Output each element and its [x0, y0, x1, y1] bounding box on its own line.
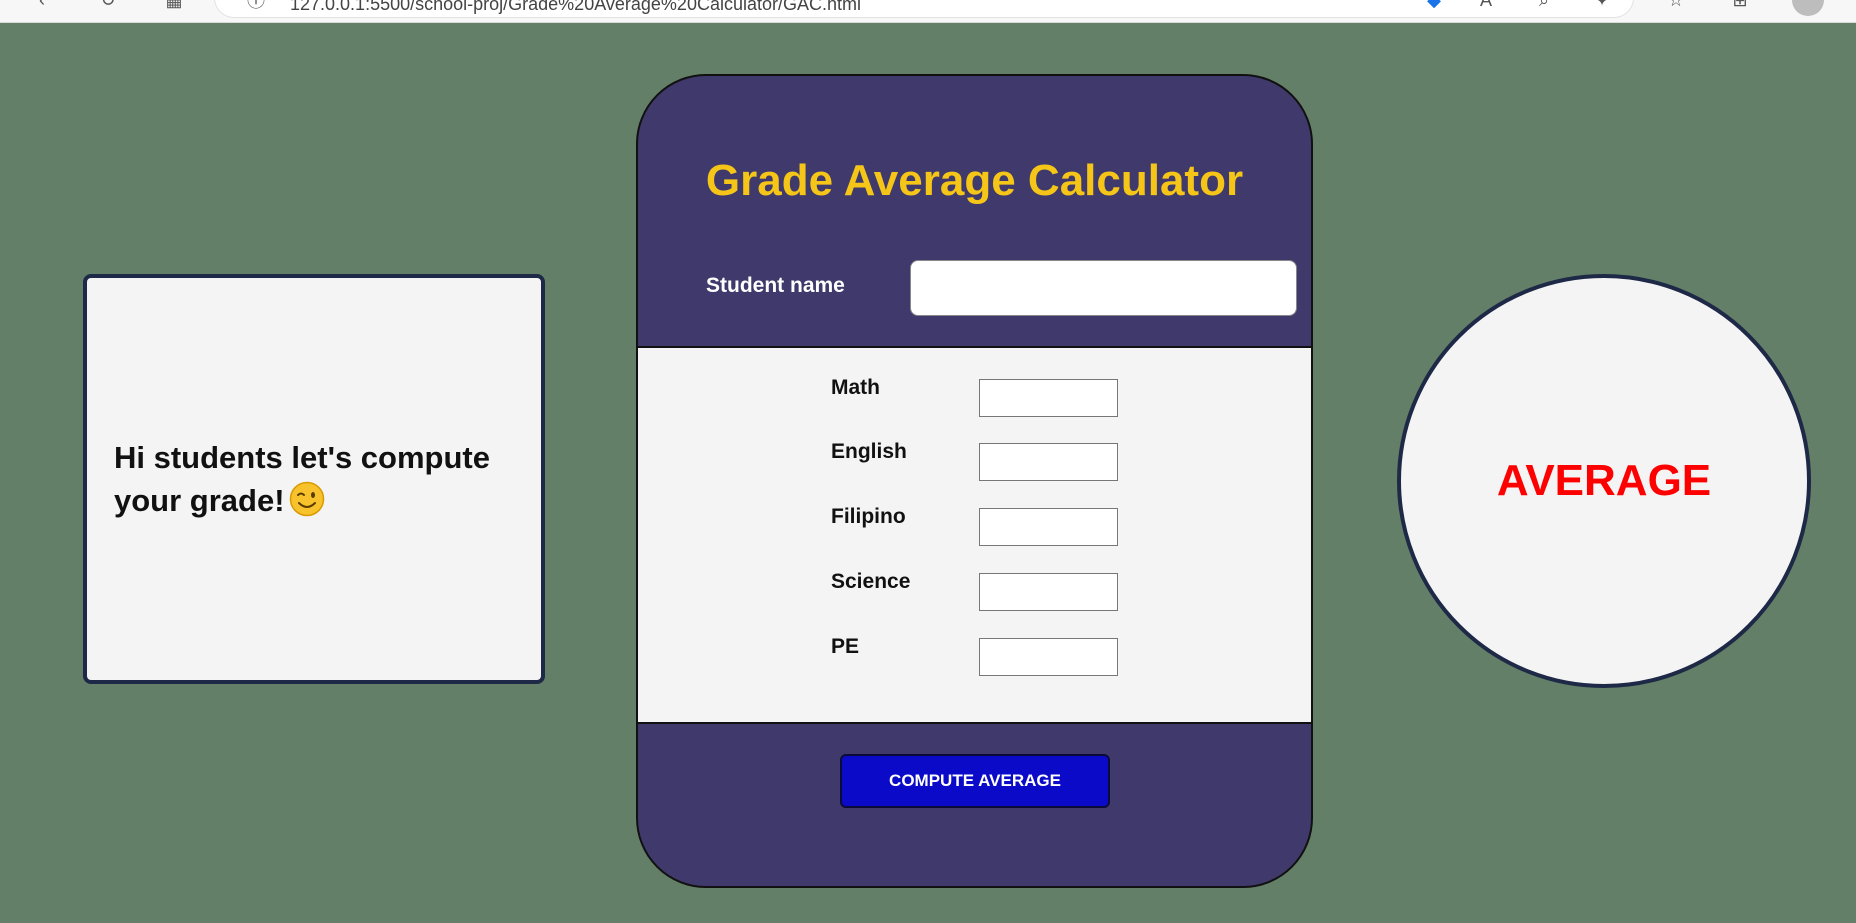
- profile-icon[interactable]: [1792, 0, 1824, 16]
- average-result-circle: AVERAGE: [1397, 274, 1811, 688]
- pe-label: PE: [831, 635, 860, 658]
- favorites-icon[interactable]: ☆: [1664, 0, 1688, 12]
- english-grade-input[interactable]: [979, 443, 1118, 481]
- subject-row-science: Science: [638, 570, 1311, 611]
- student-name-label: Student name: [706, 274, 845, 297]
- subject-row-pe: PE: [638, 635, 1311, 676]
- subject-row-math: Math: [638, 376, 1311, 417]
- refresh-icon[interactable]: ↻: [96, 0, 120, 12]
- english-label: English: [831, 440, 907, 463]
- pe-grade-input[interactable]: [979, 638, 1118, 676]
- extensions-icon[interactable]: ✦: [1590, 0, 1614, 12]
- average-result-text: AVERAGE: [1496, 456, 1712, 505]
- greeting-message: Hi students let's compute your grade!: [114, 436, 524, 522]
- calculator-panel: Grade Average Calculator Student name Ma…: [636, 74, 1313, 888]
- greeting-card: Hi students let's compute your grade!: [83, 274, 545, 684]
- page-title: Grade Average Calculator: [705, 156, 1244, 205]
- site-info-icon[interactable]: ⓘ: [244, 0, 268, 12]
- read-aloud-icon[interactable]: A: [1474, 0, 1498, 12]
- subjects-section: Math English Filipino Science PE: [638, 346, 1311, 724]
- filipino-label: Filipino: [831, 505, 906, 528]
- student-name-input[interactable]: [910, 260, 1297, 316]
- science-label: Science: [831, 570, 911, 593]
- math-grade-input[interactable]: [979, 379, 1118, 417]
- compute-average-button[interactable]: COMPUTE AVERAGE: [840, 754, 1110, 808]
- browser-toolbar: ‹ ↻ ▦ ⓘ 127.0.0.1:5500/school-proj/Grade…: [0, 0, 1856, 23]
- subject-row-filipino: Filipino: [638, 505, 1311, 546]
- apps-icon[interactable]: ▦: [162, 0, 186, 12]
- math-label: Math: [831, 376, 880, 399]
- collections-icon[interactable]: ⊞: [1728, 0, 1752, 12]
- wink-emoji-icon: [289, 481, 324, 517]
- subject-row-english: English: [638, 440, 1311, 481]
- back-icon[interactable]: ‹: [30, 0, 54, 12]
- shield-icon[interactable]: ◆: [1422, 0, 1446, 12]
- zoom-icon[interactable]: ⌕: [1532, 0, 1556, 12]
- address-bar-url[interactable]: 127.0.0.1:5500/school-proj/Grade%20Avera…: [290, 0, 861, 15]
- science-grade-input[interactable]: [979, 573, 1118, 611]
- filipino-grade-input[interactable]: [979, 508, 1118, 546]
